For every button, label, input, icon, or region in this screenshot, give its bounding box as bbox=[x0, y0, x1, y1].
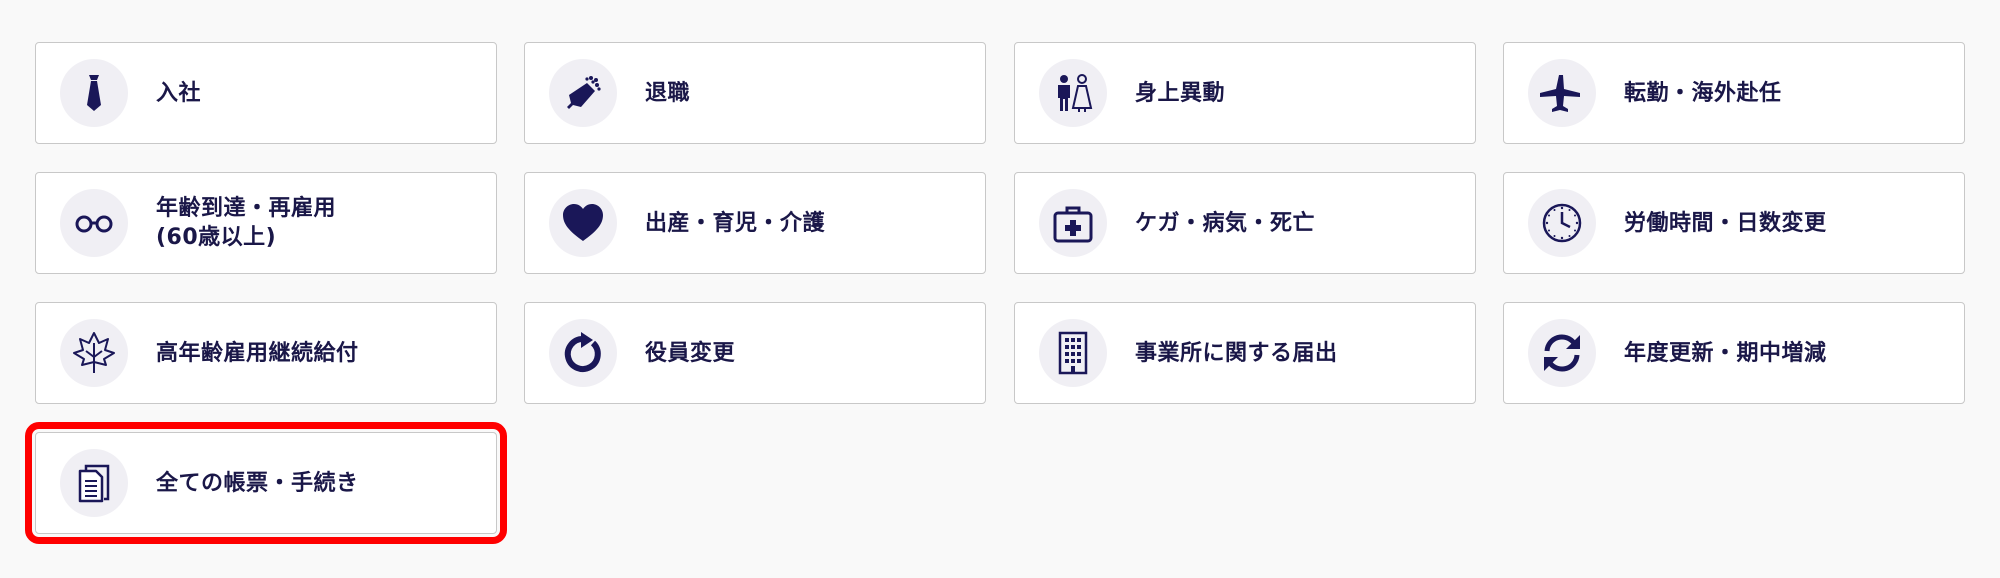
card-label: 身上異動 bbox=[1135, 80, 1226, 106]
bouquet-icon bbox=[549, 59, 617, 127]
card-label: 出産・育児・介護 bbox=[645, 210, 826, 236]
card-yakuin-henkou[interactable]: 役員変更 bbox=[524, 302, 986, 404]
sync-arrows-icon bbox=[1528, 319, 1596, 387]
airplane-icon bbox=[1528, 59, 1596, 127]
card-nyusha[interactable]: 入社 bbox=[35, 42, 497, 144]
card-nendo-koushin[interactable]: 年度更新・期中増減 bbox=[1503, 302, 1965, 404]
card-label: 高年齢雇用継続給付 bbox=[156, 340, 359, 366]
card-roudou-jikan[interactable]: 労働時間・日数変更 bbox=[1503, 172, 1965, 274]
card-kounenrei[interactable]: 高年齢雇用継続給付 bbox=[35, 302, 497, 404]
card-shinjo-ido[interactable]: 身上異動 bbox=[1014, 42, 1476, 144]
card-label: 年度更新・期中増減 bbox=[1624, 340, 1827, 366]
card-label: 年齢到達・再雇用 (60歳以上) bbox=[156, 196, 337, 250]
clock-icon bbox=[1528, 189, 1596, 257]
card-label: 転勤・海外赴任 bbox=[1624, 80, 1782, 106]
couple-icon bbox=[1039, 59, 1107, 127]
card-label: 入社 bbox=[156, 80, 202, 106]
card-tenkin[interactable]: 転勤・海外赴任 bbox=[1503, 42, 1965, 144]
card-label: 役員変更 bbox=[645, 340, 736, 366]
glasses-icon bbox=[60, 189, 128, 257]
card-label: 全ての帳票・手続き bbox=[156, 470, 359, 496]
tie-icon bbox=[60, 59, 128, 127]
card-label: 労働時間・日数変更 bbox=[1624, 210, 1827, 236]
heart-icon bbox=[549, 189, 617, 257]
card-taishoku[interactable]: 退職 bbox=[524, 42, 986, 144]
building-icon bbox=[1039, 319, 1107, 387]
refresh-arrow-icon bbox=[549, 319, 617, 387]
card-label: 退職 bbox=[645, 80, 691, 106]
card-kega[interactable]: ケガ・病気・死亡 bbox=[1014, 172, 1476, 274]
card-label: 事業所に関する届出 bbox=[1135, 340, 1338, 366]
card-nenrei-toutatsu[interactable]: 年齢到達・再雇用 (60歳以上) bbox=[35, 172, 497, 274]
card-all-forms[interactable]: 全ての帳票・手続き bbox=[25, 422, 507, 544]
card-label: ケガ・病気・死亡 bbox=[1135, 210, 1316, 236]
documents-icon bbox=[60, 449, 128, 517]
card-jigyousho[interactable]: 事業所に関する届出 bbox=[1014, 302, 1476, 404]
medical-kit-icon bbox=[1039, 189, 1107, 257]
card-shussan[interactable]: 出産・育児・介護 bbox=[524, 172, 986, 274]
maple-leaf-icon bbox=[60, 319, 128, 387]
